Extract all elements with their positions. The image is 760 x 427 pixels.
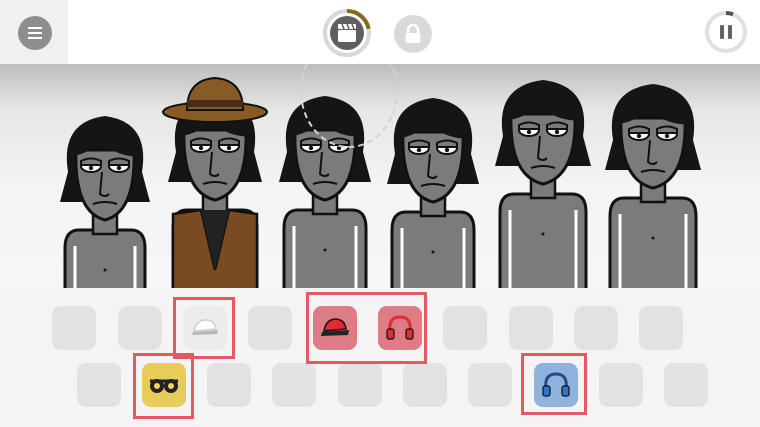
character-1[interactable] bbox=[60, 116, 150, 288]
hamburger-icon bbox=[28, 27, 42, 39]
menu-button[interactable] bbox=[18, 16, 52, 50]
red-cap-slot[interactable] bbox=[313, 306, 357, 350]
lock-icon bbox=[405, 24, 421, 43]
blue-headphones-icon bbox=[541, 371, 571, 399]
blue-headphones-slot[interactable] bbox=[534, 363, 578, 407]
sound-icon-tray bbox=[0, 288, 760, 427]
white-cap-slot[interactable] bbox=[183, 306, 227, 350]
pause-button[interactable] bbox=[704, 10, 748, 54]
empty-sound-slot[interactable] bbox=[403, 363, 447, 407]
empty-sound-slot[interactable] bbox=[77, 363, 121, 407]
menu-zone bbox=[0, 0, 68, 64]
clapperboard-icon bbox=[338, 23, 356, 42]
red-headphones-slot[interactable] bbox=[378, 306, 422, 350]
yellow-glasses-slot[interactable] bbox=[142, 363, 186, 407]
empty-sound-slot[interactable] bbox=[272, 363, 316, 407]
empty-sound-slot[interactable] bbox=[207, 363, 251, 407]
empty-sound-slot[interactable] bbox=[468, 363, 512, 407]
empty-sound-slot[interactable] bbox=[118, 306, 162, 350]
empty-sound-slot[interactable] bbox=[639, 306, 683, 350]
characters bbox=[60, 76, 701, 288]
white-cap-icon bbox=[190, 317, 220, 339]
character-2[interactable] bbox=[162, 76, 268, 288]
red-cap-icon bbox=[319, 316, 351, 340]
empty-sound-slot[interactable] bbox=[574, 306, 618, 350]
empty-sound-slot[interactable] bbox=[509, 306, 553, 350]
empty-sound-slot[interactable] bbox=[443, 306, 487, 350]
empty-sound-slot[interactable] bbox=[248, 306, 292, 350]
character-5[interactable] bbox=[495, 80, 591, 288]
character-4[interactable] bbox=[387, 98, 479, 288]
character-stage bbox=[0, 64, 760, 288]
record-button[interactable] bbox=[323, 9, 371, 57]
lock-button[interactable] bbox=[394, 15, 432, 53]
empty-sound-slot[interactable] bbox=[599, 363, 643, 407]
empty-sound-slot[interactable] bbox=[664, 363, 708, 407]
red-headphones-icon bbox=[385, 314, 415, 342]
character-3[interactable] bbox=[279, 96, 371, 288]
yellow-glasses-icon bbox=[147, 374, 181, 396]
empty-sound-slot[interactable] bbox=[338, 363, 382, 407]
top-bar bbox=[0, 0, 760, 64]
empty-sound-slot[interactable] bbox=[52, 306, 96, 350]
character-6[interactable] bbox=[605, 84, 701, 288]
